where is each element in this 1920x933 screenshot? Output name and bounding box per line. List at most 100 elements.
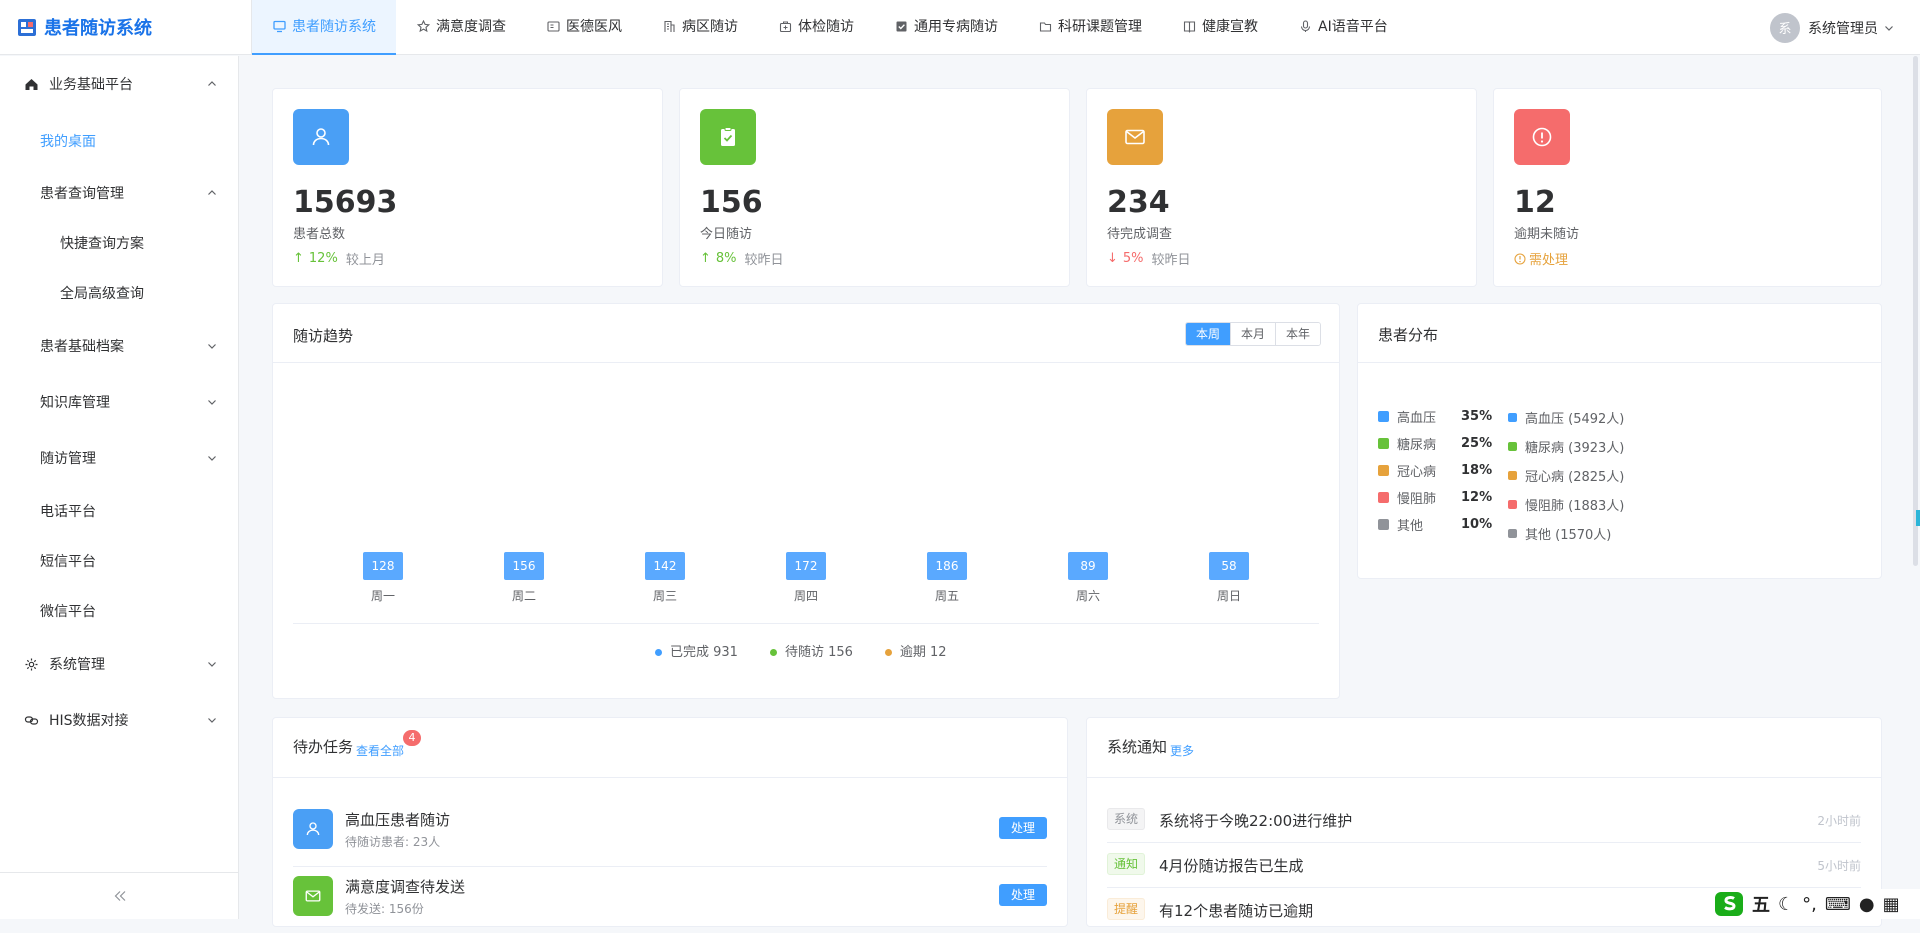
- bar-value-label: 89: [1068, 552, 1108, 580]
- sidebar-item-label: 全局高级查询: [60, 283, 144, 303]
- star-icon: [416, 19, 430, 33]
- bar-category-label: 周五: [927, 587, 967, 604]
- nav-tab-label: 满意度调查: [436, 16, 506, 36]
- process-button[interactable]: 处理: [999, 817, 1047, 839]
- notice-text: 4月份随访报告已生成: [1159, 855, 1304, 876]
- distribution-count-row: 糖尿病 (3923人): [1508, 437, 1624, 456]
- nav-tab-medical-ethics[interactable]: 医德医风: [526, 0, 642, 55]
- sidebar-item-patient-records[interactable]: 患者基础档案: [0, 331, 239, 361]
- clock-alert-icon: [1514, 253, 1526, 265]
- task-subtitle: 待发送: 156份: [345, 900, 424, 917]
- color-swatch: [1508, 529, 1517, 538]
- punctuation-icon: °,: [1802, 894, 1817, 915]
- distribution-row: 冠心病18%: [1378, 461, 1492, 480]
- sidebar-item-advanced-query[interactable]: 全局高级查询: [0, 278, 239, 308]
- distribution-count-row: 冠心病 (2825人): [1508, 466, 1624, 485]
- sidebar-item-sms-platform[interactable]: 短信平台: [0, 546, 239, 576]
- notice-item[interactable]: 系统 系统将于今晚22:00进行维护 2小时前: [1107, 798, 1861, 843]
- range-month-button[interactable]: 本月: [1230, 323, 1275, 345]
- sidebar-item-system-management[interactable]: 系统管理: [0, 649, 239, 679]
- alert-circle-icon: [1530, 125, 1554, 149]
- nav-tab-label: 通用专病随访: [914, 16, 998, 36]
- user-menu[interactable]: 系 系统管理员: [1770, 0, 1894, 55]
- user-name: 系统管理员: [1808, 18, 1878, 38]
- color-swatch: [1378, 411, 1389, 422]
- nav-tab-health-education[interactable]: 健康宣教: [1162, 0, 1278, 55]
- notice-tag: 提醒: [1107, 898, 1145, 920]
- clipboard-check-icon: [716, 125, 740, 149]
- sidebar-item-my-desktop[interactable]: 我的桌面: [0, 126, 239, 156]
- nav-tab-ai-voice[interactable]: AI语音平台: [1278, 0, 1408, 55]
- nav-tab-physical-exam[interactable]: 体检随访: [758, 0, 874, 55]
- hospital-logo-icon: [16, 16, 38, 38]
- sidebar-item-his-integration[interactable]: HIS数据对接: [0, 705, 239, 735]
- range-week-button[interactable]: 本周: [1186, 323, 1230, 345]
- nav-tab-disease-follow-up[interactable]: 通用专病随访: [874, 0, 1018, 55]
- page-scrollbar[interactable]: [1913, 56, 1918, 566]
- bar-column[interactable]: 89周六: [1068, 552, 1108, 604]
- view-all-link[interactable]: 查看全部: [356, 742, 404, 759]
- double-chevron-left-icon: [113, 890, 127, 902]
- chevron-down-icon: [207, 715, 217, 725]
- color-swatch: [1378, 438, 1389, 449]
- bar-column[interactable]: 186 周五: [927, 552, 967, 604]
- chevron-up-icon: [207, 188, 217, 198]
- notice-item[interactable]: 通知 4月份随访报告已生成 5小时前: [1107, 843, 1861, 888]
- color-swatch: [1378, 465, 1389, 476]
- bar-column[interactable]: 142周三: [645, 552, 685, 604]
- folder-icon: [1038, 19, 1052, 33]
- sidebar-item-knowledge-base[interactable]: 知识库管理: [0, 387, 239, 417]
- nav-tab-follow-up-system[interactable]: 患者随访系统: [252, 0, 396, 55]
- card-title: 随访趋势: [293, 325, 353, 346]
- disease-percent: 10%: [1461, 517, 1492, 532]
- chart-legend: 已完成 931 待随访 156 逾期 12: [655, 641, 947, 660]
- nav-tab-ward-follow-up[interactable]: 病区随访: [642, 0, 758, 55]
- disease-name: 高血压: [1397, 407, 1447, 426]
- sidebar-collapse-button[interactable]: [0, 872, 239, 919]
- notice-text: 有12个患者随访已逾期: [1159, 900, 1313, 921]
- stat-trend-value: 需处理: [1529, 249, 1568, 268]
- stat-trend: ↑ 8% 较昨日: [700, 249, 784, 268]
- sidebar-item-wechat-platform[interactable]: 微信平台: [0, 596, 239, 626]
- legend-label: 待随访 156: [785, 645, 853, 660]
- bar-column[interactable]: 128周一: [363, 552, 403, 604]
- bar-column[interactable]: 58周日: [1209, 552, 1249, 604]
- ime-toolbar[interactable]: 五 ☾ °, ⌨ ● ▦: [1708, 889, 1920, 919]
- more-link[interactable]: 更多: [1170, 742, 1194, 759]
- nav-tab-research[interactable]: 科研课题管理: [1018, 0, 1162, 55]
- color-swatch: [1508, 442, 1517, 451]
- legend-dot: [655, 649, 662, 656]
- nav-tab-satisfaction-survey[interactable]: 满意度调查: [396, 0, 526, 55]
- distribution-count-row: 高血压 (5492人): [1508, 408, 1624, 427]
- sidebar-item-phone-platform[interactable]: 电话平台: [0, 496, 239, 526]
- keyboard-icon: ⌨: [1825, 894, 1851, 915]
- bar-column[interactable]: 172周四: [786, 552, 826, 604]
- legend-item-completed: 已完成 931: [655, 641, 738, 660]
- todo-tasks-card: 待办任务 查看全部 4 高血压患者随访 待随访患者: 23人 处理 满意度调查待…: [272, 717, 1068, 927]
- process-button[interactable]: 处理: [999, 884, 1047, 906]
- card-title: 系统通知: [1107, 736, 1167, 757]
- bar-column[interactable]: 156周二: [504, 552, 544, 604]
- bar-value-label: 58: [1209, 552, 1249, 580]
- range-year-button[interactable]: 本年: [1275, 323, 1320, 345]
- nav-tab-label: 科研课题管理: [1058, 16, 1142, 36]
- sidebar-item-follow-up-management[interactable]: 随访管理: [0, 443, 239, 473]
- sidebar-item-patient-query[interactable]: 患者查询管理: [0, 178, 239, 208]
- sidebar-item-label: 患者查询管理: [40, 183, 124, 203]
- nav-tab-label: 病区随访: [682, 16, 738, 36]
- disease-name: 冠心病: [1397, 461, 1447, 480]
- bar-value-label: 186: [927, 552, 967, 580]
- link-icon: [24, 713, 39, 728]
- sidebar-item-quick-query[interactable]: 快捷查询方案: [0, 228, 239, 258]
- bar-value-label: 142: [645, 552, 685, 580]
- app-logo[interactable]: 患者随访系统: [0, 0, 252, 55]
- scrollbar-thumb[interactable]: [1916, 510, 1920, 526]
- legend-dot: [770, 649, 777, 656]
- legend-item-pending: 待随访 156: [770, 641, 853, 660]
- sidebar-item-business-platform[interactable]: 业务基础平台: [0, 69, 239, 99]
- stat-card-today-follow-ups: 156 今日随访 ↑ 8% 较昨日: [679, 88, 1070, 287]
- sidebar-item-label: 快捷查询方案: [60, 233, 144, 253]
- home-icon: [24, 77, 39, 92]
- task-subtitle: 待随访患者: 23人: [345, 833, 440, 850]
- stat-card-total-patients: 15693 患者总数 ↑ 12% 较上月: [272, 88, 663, 287]
